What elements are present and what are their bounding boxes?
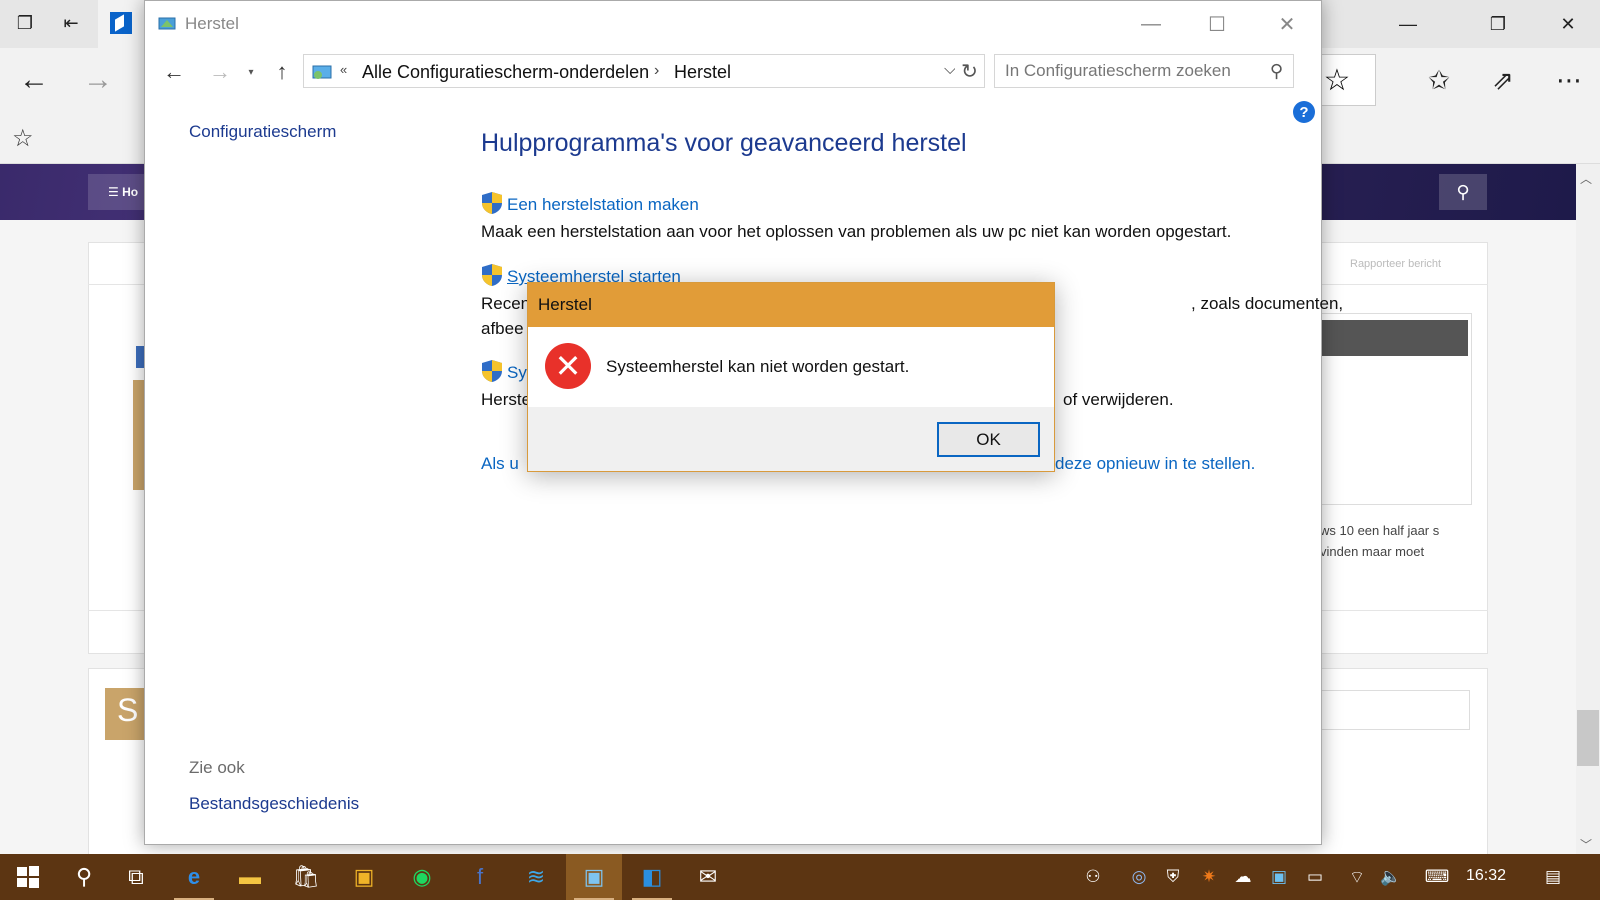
dialog-title: Herstel — [538, 295, 592, 314]
uac-shield-icon — [482, 360, 502, 382]
browser-back-button[interactable]: ← — [14, 60, 54, 100]
control-panel-taskbar-icon[interactable]: ▣ — [566, 854, 622, 900]
recovery-icon — [158, 17, 176, 30]
scroll-down-icon[interactable]: ﹀ — [1580, 836, 1592, 853]
avast-icon[interactable]: ✷ — [1196, 866, 1222, 888]
store-app-taskbar-icon[interactable]: ◧ — [624, 854, 680, 900]
window-title: Herstel — [185, 14, 239, 33]
wifi-icon[interactable]: ⌔ — [1344, 866, 1370, 888]
address-overflow-icon[interactable]: « — [340, 62, 347, 77]
error-message: Systeemherstel kan niet worden gestart. — [606, 357, 910, 376]
action-center-icon[interactable]: ▤ — [1540, 866, 1566, 888]
see-also-label: Zie ook — [189, 758, 245, 777]
system-restore-description-line2: afbee — [481, 319, 524, 338]
configure-description-tail: of verwijderen. — [1063, 390, 1174, 409]
ok-button[interactable]: OK — [937, 422, 1040, 457]
edge-browser-icon[interactable]: e — [166, 854, 222, 900]
chrome-tray-icon[interactable]: ◎ — [1126, 866, 1152, 888]
more-options-icon[interactable]: ⋯ — [1546, 58, 1592, 102]
error-icon: ✕ — [545, 343, 591, 389]
notes-app-icon[interactable]: ▣ — [336, 854, 392, 900]
favorites-hub-icon[interactable]: ✩ — [1416, 58, 1462, 102]
file-history-link[interactable]: Bestandsgeschiedenis — [189, 794, 359, 814]
control-panel-icon — [312, 65, 332, 79]
close-button[interactable]: ✕ — [1255, 5, 1319, 43]
tab-preview-icon[interactable]: ⇤ — [58, 10, 84, 36]
back-button[interactable]: ← — [159, 57, 189, 87]
recent-pages-chevron-icon[interactable]: ▾ — [243, 57, 259, 87]
reset-pc-link-end[interactable]: deze opnieuw in te stellen. — [1055, 454, 1255, 474]
reset-pc-link-start[interactable]: Als u — [481, 454, 519, 474]
keyboard-icon[interactable]: ⌨ — [1420, 866, 1454, 888]
error-dialog: Herstel ✕ Systeemherstel kan niet worden… — [527, 282, 1055, 472]
search-taskbar-icon[interactable]: ⚲ — [56, 854, 112, 900]
people-icon[interactable]: ⚇ — [1080, 866, 1106, 888]
store-app-icon — [110, 12, 132, 34]
configure-description-line1: Herste — [481, 390, 532, 409]
maximize-button[interactable]: ☐ — [1185, 5, 1249, 43]
breadcrumb-all-items[interactable]: Alle Configuratiescherm-onderdelen — [362, 62, 649, 83]
uac-shield-icon — [482, 264, 502, 286]
search-input[interactable] — [1005, 55, 1255, 87]
volume-icon[interactable]: 🔈 — [1378, 866, 1404, 888]
battery-icon[interactable]: ▭ — [1302, 866, 1328, 888]
mail-icon[interactable]: ✉ — [680, 854, 736, 900]
display-tray-icon[interactable]: ▣ — [1266, 866, 1292, 888]
dialog-body: ✕ Systeemherstel kan niet worden gestart… — [528, 327, 1054, 407]
sidebar-snippet: ws 10 een half jaar s vinden maar moet — [1320, 523, 1440, 559]
browser-restore-button[interactable]: ❐ — [1466, 0, 1530, 48]
decorative-block — [136, 346, 144, 368]
search-icon[interactable]: ⚲ — [1270, 61, 1283, 82]
spotify-icon[interactable]: ◉ — [394, 854, 450, 900]
start-button[interactable] — [0, 854, 56, 900]
search-box[interactable]: ⚲ — [994, 54, 1294, 88]
up-button[interactable]: ↑ — [267, 57, 297, 87]
file-explorer-icon[interactable]: ▬ — [222, 854, 278, 900]
breadcrumb-separator-icon[interactable]: › — [654, 62, 659, 80]
dialog-titlebar[interactable]: Herstel — [528, 283, 1054, 327]
browser-tab-active[interactable] — [98, 0, 144, 48]
minimize-button[interactable]: — — [1119, 5, 1183, 43]
sidebar-home-link[interactable]: Configuratiescherm — [189, 122, 336, 142]
system-restore-description-tail: , zoals documenten, — [1191, 294, 1344, 313]
system-restore-configure-link[interactable]: Sy — [507, 363, 527, 383]
onedrive-icon[interactable]: ☁ — [1230, 866, 1256, 888]
scrollbar-thumb[interactable] — [1577, 710, 1599, 766]
site-menu-label: Ho — [122, 185, 139, 199]
browser-close-button[interactable]: ✕ — [1536, 0, 1600, 48]
report-post-link[interactable]: Rapporteer bericht — [1350, 258, 1441, 270]
system-restore-description-line1: Recen — [481, 294, 531, 313]
address-bar[interactable]: « Alle Configuratiescherm-onderdelen › H… — [303, 54, 984, 88]
task-view-icon[interactable]: ⧉ — [108, 854, 164, 900]
taskbar: ⚲ ⧉ e ▬ 🛍 ▣ ◉ f ≋ ▣ ◧ ✉ ⚇ ◎ ⛨ ✷ ☁ ▣ ▭ ⌔ … — [0, 854, 1600, 900]
weather-app-icon[interactable]: ≋ — [508, 854, 564, 900]
sidebar-box — [1310, 690, 1470, 730]
tab-manager-icon[interactable]: ❐ — [12, 10, 38, 36]
facebook-icon[interactable]: f — [452, 854, 508, 900]
forward-button[interactable]: → — [205, 57, 235, 87]
share-icon[interactable]: ⇗ — [1480, 58, 1526, 102]
browser-forward-button[interactable]: → — [78, 60, 118, 100]
defender-shield-icon[interactable]: ⛨ — [1160, 866, 1186, 888]
create-recovery-drive-link[interactable]: Een herstelstation maken — [507, 195, 699, 215]
site-search-icon[interactable]: ⚲ — [1439, 174, 1487, 210]
windows-logo-icon — [17, 866, 39, 888]
sidebar-header-bar — [1320, 320, 1468, 356]
breadcrumb-recovery[interactable]: Herstel — [674, 62, 731, 83]
section-badge: S — [105, 688, 145, 740]
uac-shield-icon — [482, 192, 502, 214]
favorites-bar-star-icon[interactable]: ☆ — [12, 124, 34, 153]
help-icon[interactable]: ? — [1293, 101, 1315, 123]
taskbar-clock[interactable]: 16:32 — [1466, 867, 1506, 885]
site-menu-button[interactable]: ☰ Ho — [88, 174, 144, 210]
scroll-up-icon[interactable]: ︿ — [1580, 170, 1592, 187]
store-icon[interactable]: 🛍 — [278, 854, 334, 900]
create-recovery-drive-description: Maak een herstelstation aan voor het opl… — [481, 222, 1232, 241]
browser-minimize-button[interactable]: — — [1376, 0, 1440, 48]
page-title: Hulpprogramma's voor geavanceerd herstel — [481, 129, 967, 157]
refresh-button[interactable]: ↻ — [955, 54, 985, 88]
window-titlebar[interactable]: Herstel — ☐ ✕ — [145, 1, 1321, 47]
